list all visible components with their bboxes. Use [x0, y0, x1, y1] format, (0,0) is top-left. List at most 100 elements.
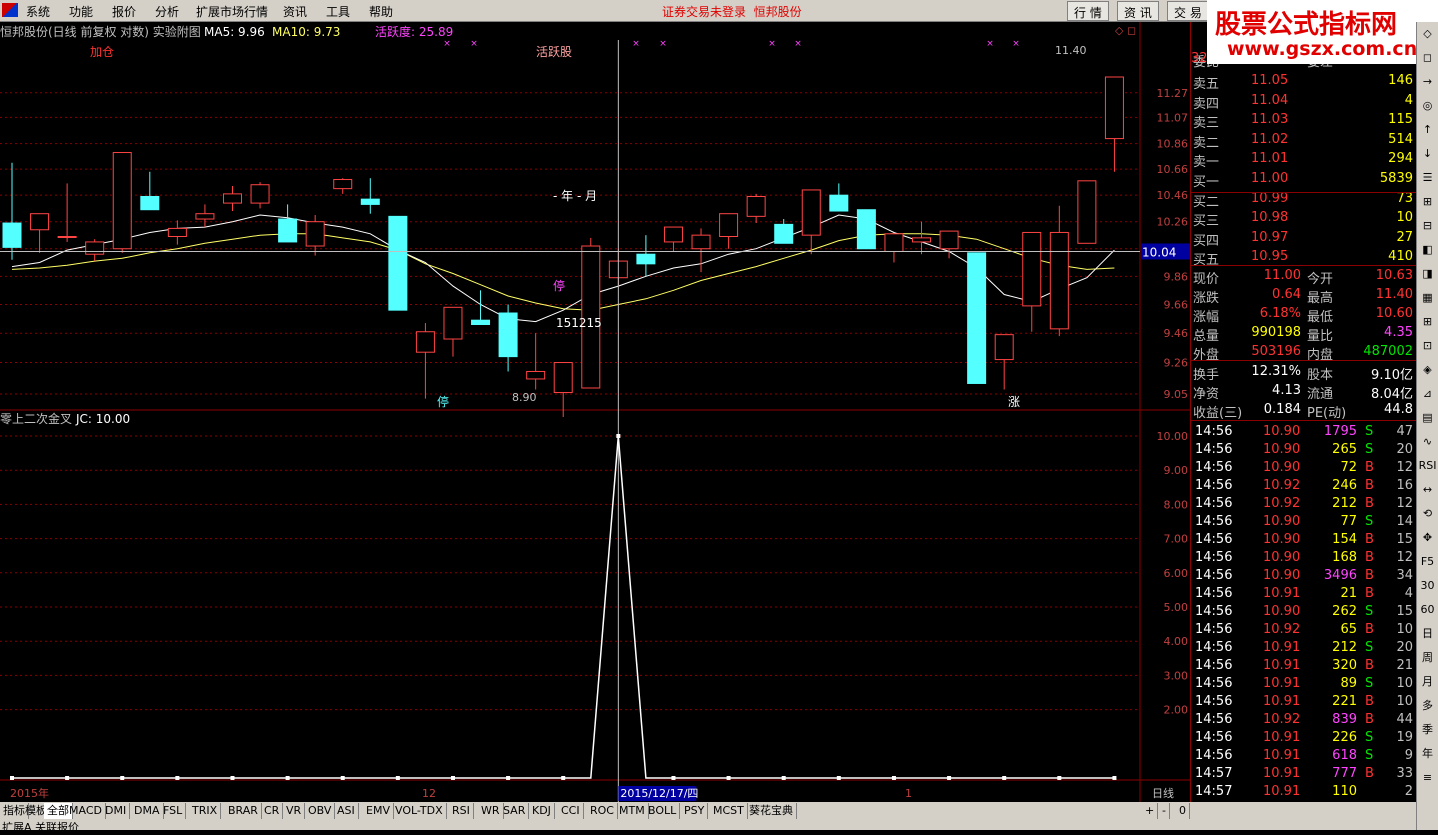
indicator-tab[interactable]: ROC	[587, 803, 618, 819]
candle-body[interactable]	[360, 198, 380, 205]
candle-body[interactable]	[140, 196, 160, 211]
chart-area[interactable]: 11.2711.0710.8610.6610.4610.2610.069.869…	[0, 22, 1190, 802]
candle-body[interactable]	[663, 226, 683, 243]
candle-body[interactable]	[85, 241, 105, 255]
kline-chart[interactable]: 11.2711.0710.8610.6610.4610.2610.069.869…	[0, 22, 1190, 802]
indicator-tab[interactable]: DMI	[102, 803, 131, 819]
toolbar-button[interactable]: 周	[1418, 650, 1437, 666]
toolbar-button[interactable]: ◻	[1418, 50, 1437, 66]
candle-body[interactable]	[553, 362, 573, 394]
candle-body[interactable]	[1077, 180, 1097, 244]
candle-body[interactable]	[801, 189, 821, 236]
zoom-button[interactable]: +	[1142, 803, 1159, 819]
toolbar-button[interactable]: ⊟	[1418, 218, 1437, 234]
indicator-tab[interactable]: CR	[261, 803, 284, 819]
candle-body[interactable]	[443, 306, 463, 340]
indicator-tab[interactable]: FSL	[160, 803, 187, 819]
candle-body[interactable]	[2, 222, 22, 248]
candle-body[interactable]	[388, 215, 408, 311]
toolbar-button[interactable]: F5	[1418, 554, 1437, 570]
menu-analysis[interactable]: 分析	[155, 3, 179, 20]
toolbar-button[interactable]: 季	[1418, 722, 1437, 738]
toolbar-button[interactable]: ☰	[1418, 170, 1437, 186]
candle-body[interactable]	[691, 234, 711, 250]
indicator-tab[interactable]: PSY	[681, 803, 709, 819]
menu-help[interactable]: 帮助	[369, 3, 393, 20]
toolbar-button[interactable]: ✥	[1418, 530, 1437, 546]
candle-body[interactable]	[1104, 76, 1124, 140]
candle-body[interactable]	[912, 237, 932, 243]
menu-news[interactable]: 资讯	[283, 3, 307, 20]
toolbar-button[interactable]: →	[1418, 74, 1437, 90]
candle-body[interactable]	[415, 331, 435, 353]
toolbar-button[interactable]: ▦	[1418, 290, 1437, 306]
toolbar-button[interactable]: ↑	[1418, 122, 1437, 138]
toolbar-button[interactable]: ⊞	[1418, 314, 1437, 330]
zoom-button[interactable]: -	[1159, 803, 1170, 819]
candle-body[interactable]	[167, 227, 187, 238]
toolbar-button[interactable]: ↓	[1418, 146, 1437, 162]
indicator-tab[interactable]: ASI	[334, 803, 359, 819]
toolbar-button[interactable]: ◇	[1418, 26, 1437, 42]
menu-tools[interactable]: 工具	[326, 3, 350, 20]
candle-body[interactable]	[1022, 231, 1042, 307]
indicator-tab[interactable]: 葵花宝典	[746, 803, 797, 819]
indicator-tab[interactable]: CCI	[558, 803, 584, 819]
indicator-tab[interactable]: DMA	[131, 803, 164, 819]
candle-body[interactable]	[526, 370, 546, 380]
zoom-button[interactable]: 0	[1176, 803, 1190, 819]
toolbar-button[interactable]: 30	[1418, 578, 1437, 594]
candle-body[interactable]	[967, 252, 987, 384]
news-button[interactable]: 资 讯	[1117, 1, 1159, 21]
candle-body[interactable]	[278, 218, 298, 243]
menu-system[interactable]: 系统	[26, 3, 50, 20]
bottom-extended-row[interactable]: 扩展A 关联报价	[2, 819, 79, 835]
candle-body[interactable]	[939, 230, 959, 250]
candle-body[interactable]	[994, 334, 1014, 361]
indicator-tab[interactable]: MTM	[616, 803, 649, 819]
toolbar-button[interactable]: ⊡	[1418, 338, 1437, 354]
candle-body[interactable]	[774, 223, 794, 244]
candle-body[interactable]	[1049, 231, 1069, 330]
indicator-tab[interactable]: VR	[283, 803, 306, 819]
menu-extended-market[interactable]: 扩展市场行情	[196, 3, 268, 20]
menu-quote[interactable]: 报价	[112, 3, 136, 20]
toolbar-button[interactable]: 年	[1418, 746, 1437, 762]
candle-body[interactable]	[305, 221, 325, 247]
toolbar-button[interactable]: 多	[1418, 698, 1437, 714]
indicator-tab[interactable]: EMV	[363, 803, 394, 819]
toolbar-button[interactable]: ≡	[1418, 770, 1437, 786]
indicator-tab[interactable]: OBV	[305, 803, 336, 819]
candle-body[interactable]	[57, 236, 77, 239]
candle-body[interactable]	[333, 179, 353, 190]
indicator-tab[interactable]: TRIX	[189, 803, 222, 819]
toolbar-button[interactable]: ◎	[1418, 98, 1437, 114]
candle-body[interactable]	[195, 213, 215, 220]
toolbar-button[interactable]: 60	[1418, 602, 1437, 618]
toolbar-button[interactable]: ▤	[1418, 410, 1437, 426]
candle-body[interactable]	[884, 233, 904, 252]
toolbar-button[interactable]: ⊞	[1418, 194, 1437, 210]
candle-body[interactable]	[719, 213, 739, 238]
candle-body[interactable]	[829, 194, 849, 212]
indicator-tab[interactable]: SAR	[500, 803, 530, 819]
candle-body[interactable]	[112, 152, 132, 250]
toolbar-button[interactable]: 日	[1418, 626, 1437, 642]
toolbar-button[interactable]: ◈	[1418, 362, 1437, 378]
toolbar-button[interactable]: ↔	[1418, 482, 1437, 498]
toolbar-button[interactable]: ⊿	[1418, 386, 1437, 402]
toolbar-button[interactable]: ∿	[1418, 434, 1437, 450]
indicator-tab[interactable]: VOL-TDX	[392, 803, 447, 819]
toolbar-button[interactable]: ⟲	[1418, 506, 1437, 522]
toolbar-button[interactable]: ◨	[1418, 266, 1437, 282]
indicator-tab[interactable]: MCST	[710, 803, 748, 819]
candle-body[interactable]	[636, 253, 656, 265]
candle-body[interactable]	[222, 193, 242, 204]
candle-body[interactable]	[746, 196, 766, 217]
toolbar-button[interactable]: RSI	[1418, 458, 1437, 474]
candle-body[interactable]	[250, 184, 270, 204]
market-button[interactable]: 行 情	[1067, 1, 1109, 21]
candle-body[interactable]	[471, 319, 491, 326]
indicator-tab[interactable]: BOLL	[645, 803, 681, 819]
candle-body[interactable]	[856, 209, 876, 250]
